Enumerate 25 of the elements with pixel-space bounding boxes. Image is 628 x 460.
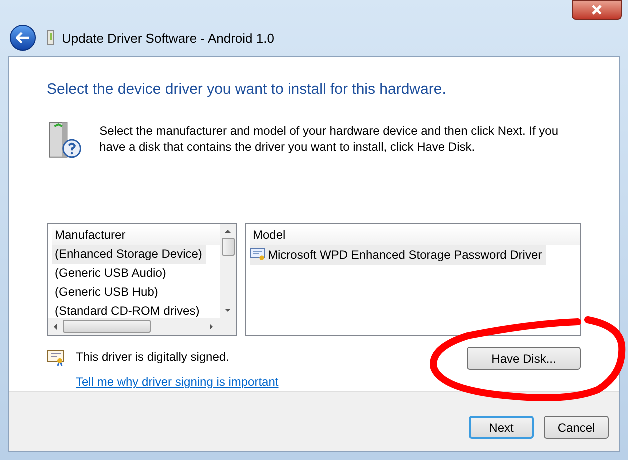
dialog-button[interactable]: Next xyxy=(469,416,534,439)
list-item[interactable]: (Generic USB Audio) xyxy=(52,264,170,283)
back-arrow-icon xyxy=(16,32,30,44)
horizontal-scrollbar[interactable] xyxy=(48,318,236,335)
instruction-text: Select the manufacturer and model of your hardware device and then click Next. If you have a disk that contains the driver you want to install, click Have Disk. xyxy=(100,123,560,156)
vertical-scrollbar[interactable] xyxy=(220,224,236,318)
hardware-question-icon xyxy=(47,121,84,161)
certificate-icon xyxy=(47,350,65,366)
list-item[interactable]: (Enhanced Storage Device) xyxy=(52,245,206,264)
close-icon xyxy=(591,5,603,15)
list-item[interactable]: (Standard CD-ROM drives) xyxy=(52,302,204,318)
page-heading: Select the device driver you want to install for this hardware. xyxy=(47,80,448,100)
signature-status-text: This driver is digitally signed. xyxy=(76,349,230,366)
dialog-button[interactable]: Cancel xyxy=(544,416,609,439)
scrollbar-thumb[interactable] xyxy=(63,320,151,333)
usb-device-icon xyxy=(46,30,56,46)
certificate-icon xyxy=(250,248,266,262)
window-title: Update Driver Software - Android 1.0 xyxy=(62,30,274,48)
back-button[interactable] xyxy=(10,25,36,52)
list-item[interactable]: (Generic USB Hub) xyxy=(52,283,162,302)
scrollbar-thumb[interactable] xyxy=(222,238,235,256)
close-button[interactable] xyxy=(572,0,622,20)
list-item[interactable]: Microsoft WPD Enhanced Storage Password Driver xyxy=(250,245,546,265)
driver-signing-link[interactable]: Tell me why driver signing is important xyxy=(76,373,279,391)
have-disk-button[interactable]: Have Disk... xyxy=(467,347,581,370)
